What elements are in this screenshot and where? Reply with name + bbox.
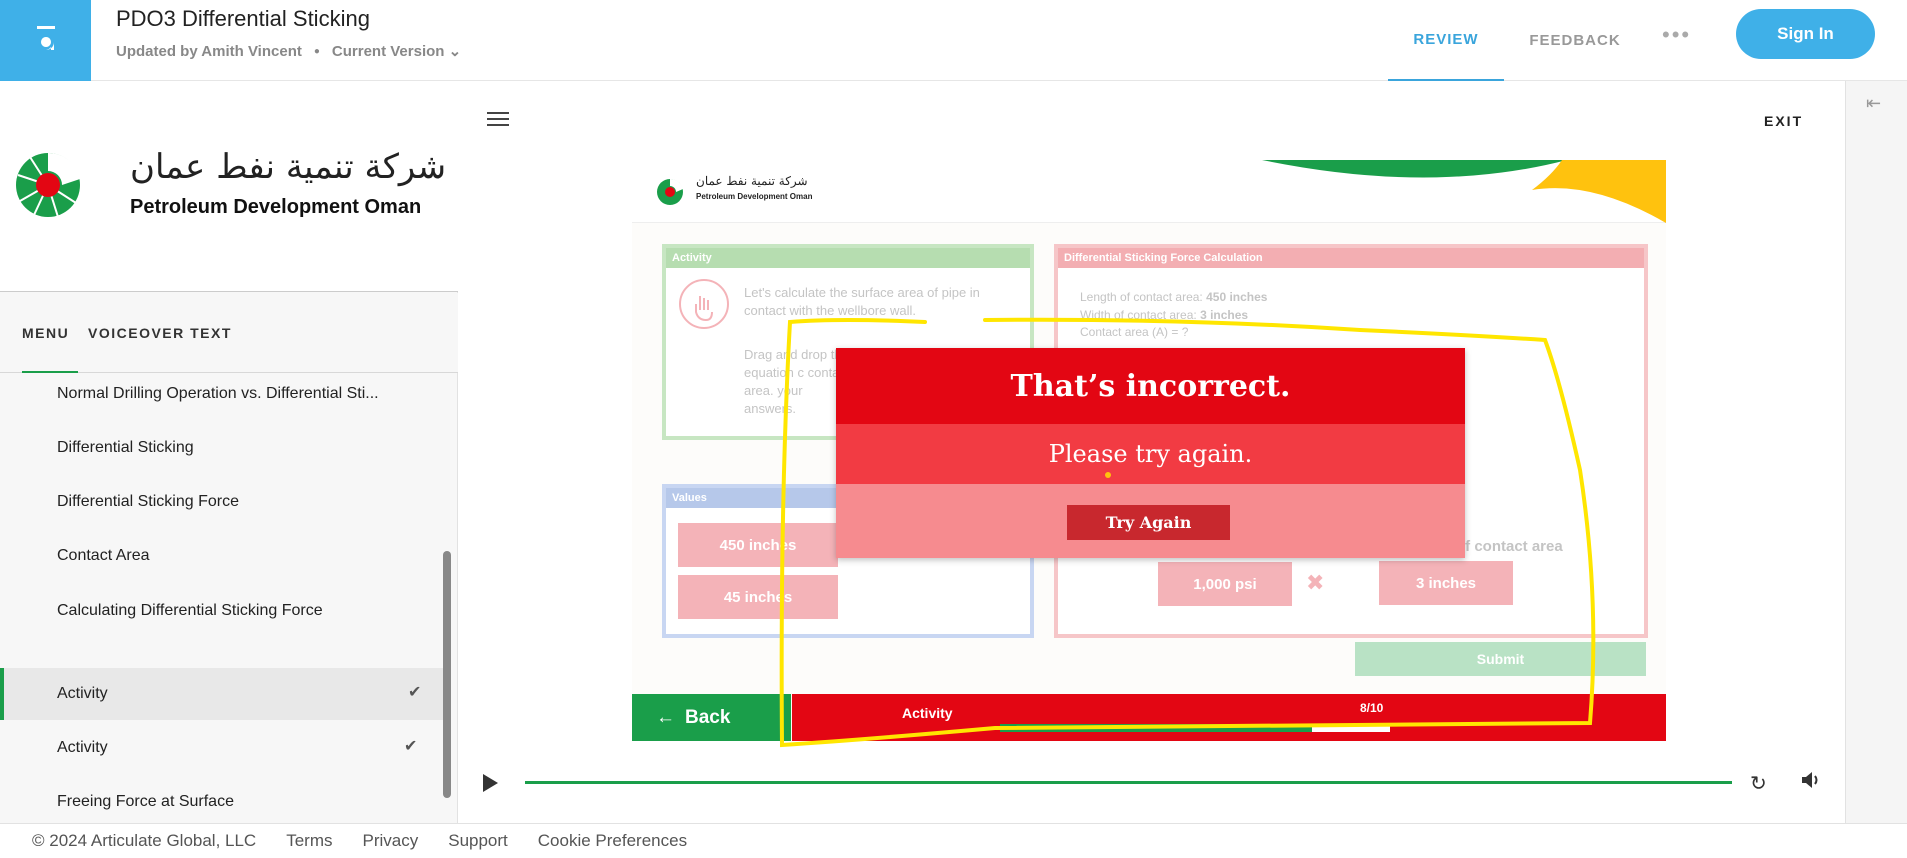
- chip-3-inches[interactable]: 3 inches: [1379, 561, 1513, 605]
- back-label: Back: [685, 706, 731, 728]
- tab-review[interactable]: REVIEW: [1388, 0, 1504, 81]
- feedback-popup: That’s incorrect. Please try again. Try …: [836, 348, 1465, 558]
- articulate-logo[interactable]: [0, 0, 91, 81]
- footer-link-terms[interactable]: Terms: [286, 831, 332, 851]
- footer-link-privacy[interactable]: Privacy: [363, 831, 419, 851]
- check-icon: ✔: [408, 684, 422, 701]
- sidebar-item-label: Normal Drilling Operation vs. Differenti…: [57, 385, 379, 402]
- version-dropdown[interactable]: Current Version ⌄: [332, 42, 461, 60]
- slide-counter: 8/10: [1360, 701, 1384, 715]
- feedback-title: That’s incorrect.: [836, 348, 1465, 424]
- sidebar-item-activity[interactable]: Activity ✔: [0, 722, 450, 774]
- length-value: 450 inches: [1206, 290, 1268, 304]
- feedback-actions: Try Again: [836, 484, 1465, 558]
- feedback-message: Please try again.: [836, 424, 1465, 484]
- sidebar-item-label: Activity: [57, 739, 108, 756]
- slide-progress-fill: [1000, 724, 1312, 732]
- sign-in-button[interactable]: Sign In: [1736, 9, 1875, 59]
- volume-icon[interactable]: [1800, 770, 1822, 790]
- width-label: Width of contact area:: [1080, 308, 1197, 322]
- chevron-down-icon: ⌄: [448, 43, 462, 60]
- hand-pointer-icon: [679, 279, 729, 329]
- chip-1000-psi[interactable]: 1,000 psi: [1158, 562, 1292, 606]
- tab-feedback[interactable]: FEEDBACK: [1520, 0, 1630, 81]
- page-footer: © 2024 Articulate Global, LLC Terms Priv…: [0, 823, 1907, 858]
- pdo-small-emblem-icon: [657, 178, 683, 205]
- length-row: Length of contact area: 450 inches: [1080, 290, 1267, 304]
- multiply-icon: ✖: [1306, 570, 1325, 595]
- document-title: PDO3 Differential Sticking: [116, 6, 370, 31]
- activity-instruction: Let's calculate the surface area of pipe…: [744, 285, 980, 318]
- contact-area-label: of contact area: [1456, 538, 1563, 555]
- sidebar-item-calculating-force[interactable]: Calculating Differential Sticking Force: [0, 585, 450, 637]
- contact-area-question: Contact area (A) = ?: [1080, 325, 1189, 339]
- more-options-icon[interactable]: •••: [1662, 22, 1691, 48]
- arrow-left-icon: ←: [656, 706, 675, 728]
- brand-english-name: Petroleum Development Oman: [130, 196, 422, 218]
- slide-header: شركة تنمية نفط عمان Petroleum Developmen…: [632, 160, 1666, 223]
- separator-dot: ●: [313, 45, 320, 57]
- updated-by: Updated by Amith Vincent: [116, 42, 302, 60]
- footer-link-cookie-preferences[interactable]: Cookie Preferences: [538, 831, 687, 851]
- chip-450-inches[interactable]: 450 inches: [678, 523, 838, 567]
- sidebar-item-label: Calculating Differential Sticking Force: [57, 602, 323, 619]
- course-brand: شركة تنمية نفط عمان Petroleum Developmen…: [0, 81, 458, 292]
- version-label: Current Version: [331, 43, 445, 60]
- chip-45-inches[interactable]: 45 inches: [678, 575, 838, 619]
- activity-panel-title: Activity: [666, 248, 1030, 268]
- exit-button[interactable]: EXIT: [1764, 113, 1803, 129]
- sidebar-item-label: Freeing Force at Surface: [57, 793, 234, 810]
- tab-menu[interactable]: MENU: [22, 293, 79, 373]
- right-rail: ⇤: [1845, 81, 1907, 823]
- submit-button[interactable]: Submit: [1355, 642, 1646, 676]
- copyright: © 2024 Articulate Global, LLC: [32, 831, 257, 850]
- slide-logo-arabic: شركة تنمية نفط عمان: [696, 174, 808, 188]
- playback-scrubber[interactable]: [525, 781, 1732, 784]
- force-calculation-title: Differential Sticking Force Calculation: [1058, 248, 1644, 268]
- width-value: 3 inches: [1200, 308, 1249, 322]
- articulate-logo-icon: [36, 25, 55, 50]
- collapse-panel-icon[interactable]: ⇤: [1866, 93, 1881, 114]
- course-sidebar: شركة تنمية نفط عمان Petroleum Developmen…: [0, 81, 458, 823]
- play-icon[interactable]: [481, 773, 499, 793]
- slide-progress-bar: [1000, 724, 1390, 732]
- footer-link-support[interactable]: Support: [448, 831, 508, 851]
- sidebar-item-label: Activity: [57, 685, 108, 702]
- brand-arabic-name: شركة تنمية نفط عمان: [130, 147, 447, 187]
- try-again-button[interactable]: Try Again: [1067, 505, 1230, 540]
- sidebar-item-freeing-force[interactable]: Freeing Force at Surface: [0, 776, 450, 828]
- document-subtitle: Updated by Amith Vincent ● Current Versi…: [116, 42, 461, 61]
- slide-logo-english: Petroleum Development Oman: [696, 192, 813, 201]
- sidebar-item-activity-current[interactable]: Activity ✔: [0, 668, 450, 720]
- sidebar-scrollbar[interactable]: [443, 551, 451, 798]
- sidebar-item-label: Contact Area: [57, 547, 150, 564]
- back-button[interactable]: ← Back: [632, 694, 791, 741]
- slide-banner-decoration: [1262, 160, 1666, 223]
- sidebar-item-label: Differential Sticking: [57, 439, 194, 456]
- sidebar-tabs: MENU VOICEOVER TEXT: [0, 293, 458, 373]
- tab-voiceover-text[interactable]: VOICEOVER TEXT: [88, 293, 232, 373]
- check-icon: ✔: [404, 738, 418, 755]
- sidebar-item-differential-sticking[interactable]: Differential Sticking: [0, 422, 450, 474]
- pdo-emblem-icon: [16, 152, 80, 218]
- hamburger-menu-icon[interactable]: [487, 111, 509, 127]
- sidebar-item-normal-drilling[interactable]: Normal Drilling Operation vs. Differenti…: [0, 368, 450, 420]
- sidebar-item-label: Differential Sticking Force: [57, 493, 239, 510]
- top-bar: PDO3 Differential Sticking Updated by Am…: [0, 0, 1907, 81]
- replay-icon[interactable]: ↻: [1750, 771, 1767, 796]
- sidebar-item-differential-sticking-force[interactable]: Differential Sticking Force: [0, 476, 450, 528]
- width-row: Width of contact area: 3 inches: [1080, 308, 1248, 322]
- footer-activity-label: Activity: [902, 705, 953, 721]
- sidebar-item-contact-area[interactable]: Contact Area: [0, 530, 450, 582]
- length-label: Length of contact area:: [1080, 290, 1203, 304]
- media-player: ↻: [459, 760, 1845, 810]
